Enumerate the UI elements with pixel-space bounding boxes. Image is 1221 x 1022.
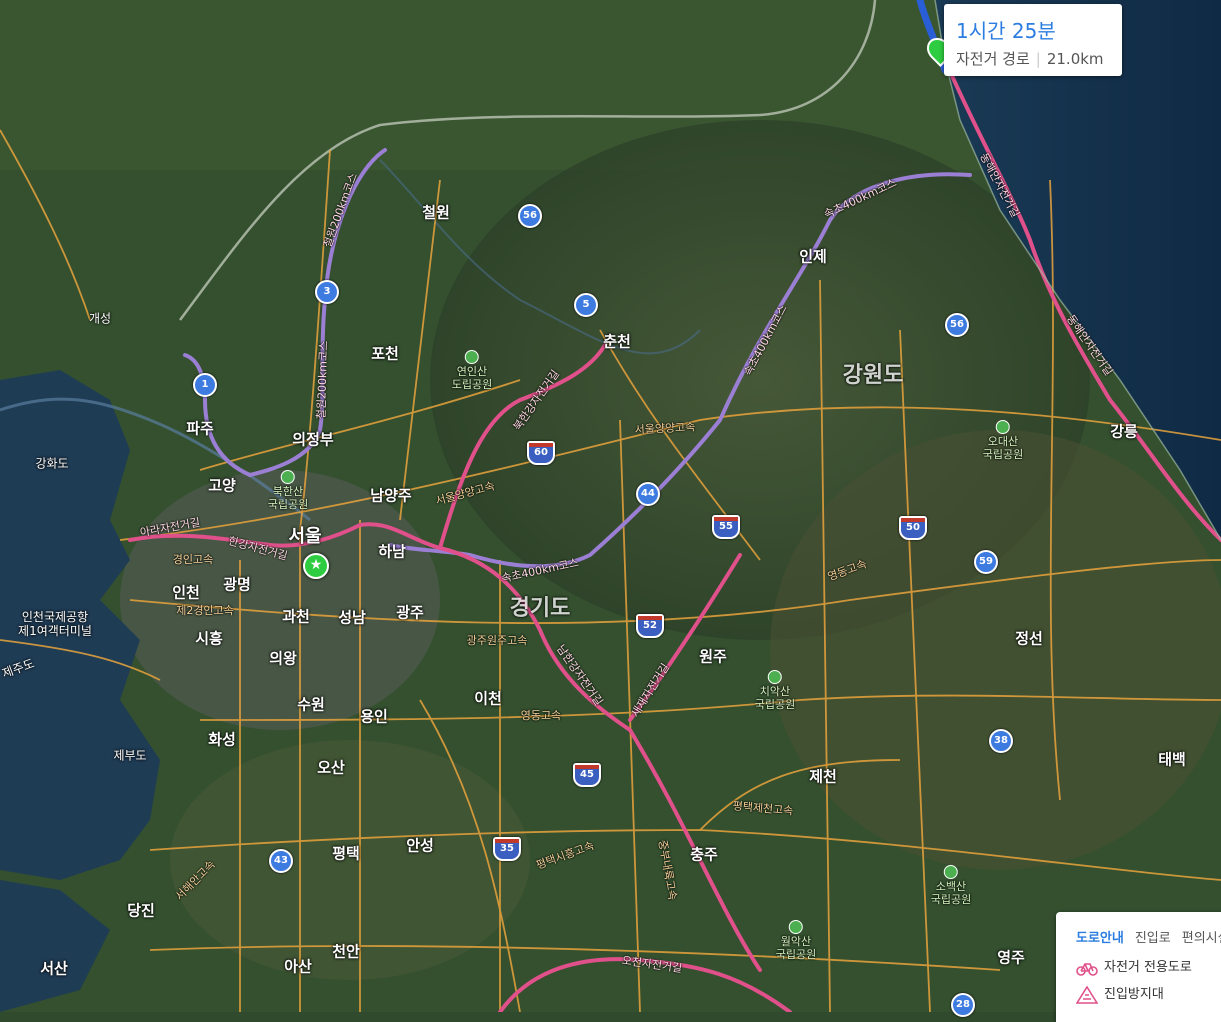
place-label-goyang: 고양 <box>208 476 236 495</box>
place-label-hwaseong: 화성 <box>208 730 236 749</box>
park-yeoninsan: 연인산 도립공원 <box>452 350 492 391</box>
place-label-paju: 파주 <box>186 419 214 438</box>
place-label-airport: 인천국제공항 제1여객터미널 <box>18 610 92 638</box>
place-label-anseong: 안성 <box>406 836 434 855</box>
place-label-yeongju: 영주 <box>997 948 1025 967</box>
place-label-cheorwon: 철원 <box>422 203 450 222</box>
highway-shield: 3 <box>315 280 339 304</box>
place-label-pyeongtaek: 평택 <box>332 844 360 863</box>
place-label-gwangju: 광주 <box>396 603 424 622</box>
road-label: 제2경인고속 <box>176 604 234 617</box>
route-info-card[interactable]: 1시간 25분 자전거 경로 | 21.0km <box>944 4 1122 76</box>
place-label-seongnam: 성남 <box>338 608 366 627</box>
route-duration: 1시간 25분 <box>956 19 1056 43</box>
place-label-taebaek: 태백 <box>1158 750 1186 769</box>
legend-item-barrier: 진입방지대 <box>1075 983 1164 1004</box>
place-label-gaeseong: 개성 <box>88 311 112 326</box>
road-label: 경인고속 <box>172 553 214 566</box>
highway-shield: 56 <box>518 204 542 228</box>
highway-shield: 59 <box>974 550 998 574</box>
place-label-chuncheon: 춘천 <box>603 332 631 351</box>
place-label-hanam: 하남 <box>378 542 406 561</box>
highway-shield: 28 <box>951 993 975 1017</box>
park-icon <box>995 420 1010 434</box>
highway-shield: 1 <box>193 373 217 397</box>
place-label-wonju: 원주 <box>699 647 727 666</box>
legend-panel: 도로안내 진입로 편의시설 자전거 전용도로 진입방지대 <box>1056 912 1221 1022</box>
place-label-dangjin: 당진 <box>127 901 155 920</box>
park-bukhansan: 북한산 국립공원 <box>268 470 308 511</box>
place-label-ganghwa: 강화도 <box>35 456 69 471</box>
highway-shield: 5 <box>574 293 598 317</box>
place-label-jecheon: 제천 <box>809 767 837 786</box>
warning-triangle-icon <box>1075 984 1099 1004</box>
place-label-uijeongbu: 의정부 <box>292 430 334 449</box>
start-marker[interactable]: ★ <box>303 553 329 579</box>
place-label-asan: 아산 <box>284 957 312 976</box>
highway-shield: 43 <box>269 849 293 873</box>
park-odaesan: 오대산 국립공원 <box>983 420 1023 461</box>
place-label-chungju: 충주 <box>690 845 718 864</box>
tab-road-guide[interactable]: 도로안내 <box>1076 931 1124 946</box>
tab-access-road[interactable]: 진입로 <box>1135 931 1171 946</box>
place-label-seosan: 서산 <box>40 959 68 978</box>
place-label-suwon: 수원 <box>297 695 325 714</box>
place-label-cheonan: 천안 <box>332 942 360 961</box>
place-label-icheon: 이천 <box>474 689 502 708</box>
highway-shield: 56 <box>945 313 969 337</box>
place-label-gwangmyeong: 광명 <box>223 575 251 594</box>
route-summary: 자전거 경로 | 21.0km <box>956 48 1104 69</box>
highway-shield: 38 <box>989 729 1013 753</box>
place-label-gangneung: 강릉 <box>1110 422 1138 441</box>
satellite-map[interactable] <box>0 0 1221 1012</box>
highway-shield: 44 <box>636 482 660 506</box>
place-label-seoul: 서울 <box>288 526 322 547</box>
place-label-jebu: 제부도 <box>113 748 147 763</box>
road-label: 서울양양고속 <box>634 420 696 437</box>
legend-label: 진입방지대 <box>1104 987 1164 1002</box>
expressway-shield: 55 <box>712 515 740 539</box>
bicycle-icon <box>1076 962 1098 976</box>
road-label: 영동고속 <box>520 709 562 722</box>
legend-label: 자전거 전용도로 <box>1104 960 1192 975</box>
expressway-shield: 50 <box>899 516 927 540</box>
place-label-uiwang: 의왕 <box>269 649 297 668</box>
route-type: 자전거 경로 <box>956 50 1030 68</box>
divider: | <box>1035 50 1041 68</box>
place-label-pocheon: 포천 <box>371 344 399 363</box>
place-label-gwacheon: 과천 <box>282 607 310 626</box>
expressway-shield: 52 <box>636 614 664 638</box>
park-icon <box>767 670 782 684</box>
park-icon <box>280 470 295 484</box>
legend-tabs: 도로안내 진입로 편의시설 <box>1076 927 1221 946</box>
road-label: 철원200km코스 <box>314 340 331 420</box>
park-woraksan: 월악산 국립공원 <box>776 920 816 961</box>
region-label-gyeonggi: 경기도 <box>509 596 571 621</box>
expressway-shield: 35 <box>493 837 521 861</box>
place-label-inje: 인제 <box>799 247 827 266</box>
park-icon <box>943 865 958 879</box>
park-sobaeksan: 소백산 국립공원 <box>931 865 971 906</box>
route-distance: 21.0km <box>1046 50 1104 68</box>
road-label: 광주원주고속 <box>466 634 528 647</box>
park-chiaksan: 치악산 국립공원 <box>755 670 795 711</box>
place-label-incheon: 인천 <box>172 583 200 602</box>
place-label-osan: 오산 <box>317 758 345 777</box>
region-label-gangwon: 강원도 <box>842 363 904 388</box>
place-label-jeongseon: 정선 <box>1015 629 1043 648</box>
place-label-yongin: 용인 <box>360 707 388 726</box>
park-icon <box>464 350 479 364</box>
place-label-namyangju: 남양주 <box>370 486 412 505</box>
expressway-shield: 60 <box>527 441 555 465</box>
legend-item-bike-road: 자전거 전용도로 <box>1076 956 1192 977</box>
park-icon <box>788 920 803 934</box>
place-label-siheung: 시흥 <box>195 629 223 648</box>
tab-facilities[interactable]: 편의시설 <box>1182 931 1221 946</box>
expressway-shield: 45 <box>573 763 601 787</box>
